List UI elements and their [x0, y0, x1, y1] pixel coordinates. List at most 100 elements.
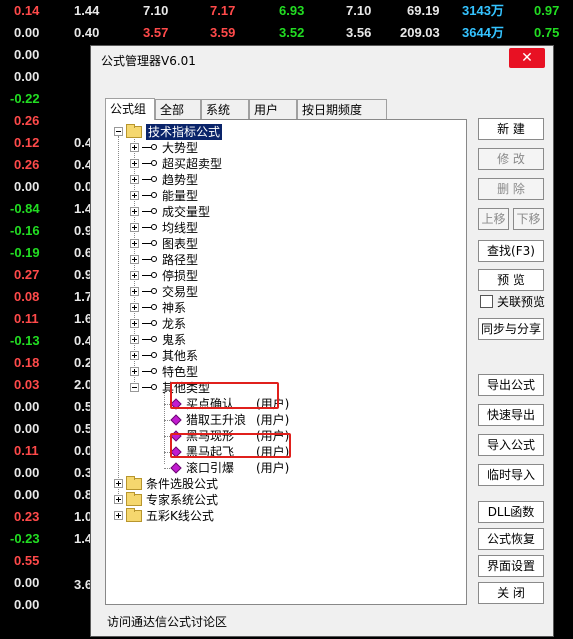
tab-date-frequency[interactable]: 按日期频度: [297, 99, 387, 119]
dialog-title: 公式管理器V6.01: [101, 54, 196, 68]
formula-key-icon: [142, 224, 158, 232]
highlight-box: [170, 433, 291, 458]
tree-node-label: 龙系: [162, 317, 187, 331]
expand-icon[interactable]: [130, 335, 139, 344]
collapse-icon[interactable]: [130, 383, 139, 392]
tree-node-label: 停损型: [162, 269, 199, 283]
expand-icon[interactable]: [130, 239, 139, 248]
formula-tree[interactable]: 技术指标公式 大势型 超买超卖型 趋势型 能量型 成交量型 均线型 图表型 路径型 停损型 交易型…: [105, 119, 467, 605]
cell: 1.7: [74, 289, 90, 304]
move-down-button[interactable]: 下移: [513, 208, 544, 230]
close-button[interactable]: 关 闭: [478, 582, 544, 604]
expand-icon[interactable]: [114, 495, 123, 504]
expand-icon[interactable]: [130, 287, 139, 296]
tab-user[interactable]: 用户: [249, 99, 297, 119]
user-formula-icon: [170, 414, 182, 426]
tree-node-label: 条件选股公式: [146, 477, 219, 491]
preview-button[interactable]: 预 览: [478, 269, 544, 291]
change-cell: 0.00: [14, 69, 40, 84]
tab-system[interactable]: 系统: [201, 99, 249, 119]
ui-settings-button[interactable]: 界面设置: [478, 555, 544, 577]
change-cell: 0.00: [14, 25, 40, 40]
change-cell: 0.55: [14, 553, 40, 568]
tree-node-label: 其他系: [162, 349, 199, 363]
expand-icon[interactable]: [130, 271, 139, 280]
table-row: 1.4: [74, 198, 90, 220]
link-preview-checkbox[interactable]: 关联预览: [480, 295, 545, 309]
temp-import-button[interactable]: 临时导入: [478, 464, 544, 486]
change-cell: 0.00: [14, 421, 40, 436]
cell: 6.93: [279, 3, 305, 18]
dll-function-button[interactable]: DLL函数: [478, 501, 544, 523]
formula-restore-button[interactable]: 公式恢复: [478, 528, 544, 550]
quick-export-button[interactable]: 快速导出: [478, 404, 544, 426]
folder-open-icon: [126, 124, 142, 138]
change-cell: 0.00: [14, 465, 40, 480]
table-row: 0.14 1.44 7.10 7.17 6.93 7.10 69.19 3143…: [0, 0, 573, 22]
cell: 1.4: [74, 531, 90, 546]
find-button[interactable]: 查找(F3): [478, 240, 544, 262]
change-cell: 0.08: [14, 289, 40, 304]
cell: 0.3: [74, 465, 90, 480]
formula-key-icon: [142, 368, 158, 376]
expand-icon[interactable]: [114, 479, 123, 488]
change-cell: -0.13: [10, 333, 40, 348]
tree-node-label: 猎取王升浪: [186, 413, 247, 427]
cell: 209.03: [400, 25, 440, 40]
tree-node-technical-indicators[interactable]: 技术指标公式: [106, 124, 466, 140]
expand-icon[interactable]: [130, 303, 139, 312]
expand-icon[interactable]: [130, 319, 139, 328]
expand-icon[interactable]: [130, 255, 139, 264]
table-row: 0.4: [74, 154, 90, 176]
tab-formula-group[interactable]: 公式组: [105, 98, 155, 120]
expand-icon[interactable]: [114, 511, 123, 520]
tree-node-tag: (用户): [256, 461, 290, 475]
tree-node-label: 大势型: [162, 141, 199, 155]
tree-node-label: 交易型: [162, 285, 199, 299]
cell: 0.5: [74, 421, 90, 436]
close-icon[interactable]: ✕: [509, 48, 545, 68]
expand-icon[interactable]: [130, 207, 139, 216]
expand-icon[interactable]: [130, 367, 139, 376]
export-formula-button[interactable]: 导出公式: [478, 374, 544, 396]
cell: 3143万: [462, 3, 504, 18]
expand-icon[interactable]: [130, 223, 139, 232]
formula-key-icon: [142, 176, 158, 184]
sync-share-button[interactable]: 同步与分享: [478, 318, 544, 340]
cell: 0.9: [74, 267, 90, 282]
new-button[interactable]: 新 建: [478, 118, 544, 140]
table-row: 0.3: [74, 462, 90, 484]
expand-icon[interactable]: [130, 159, 139, 168]
cell: 7.10: [346, 3, 372, 18]
formula-key-icon: [142, 320, 158, 328]
change-cell: 0.00: [14, 487, 40, 502]
checkbox-icon[interactable]: [480, 295, 493, 308]
table-row: 0.5: [74, 396, 90, 418]
title-bar[interactable]: 公式管理器V6.01 ✕: [91, 46, 553, 74]
cell: 1.0: [74, 509, 90, 524]
cell: 3.52: [279, 25, 305, 40]
forum-link[interactable]: 访问通达信公式讨论区: [107, 613, 227, 630]
import-formula-button[interactable]: 导入公式: [478, 434, 544, 456]
change-cell: -0.23: [10, 531, 40, 546]
collapse-icon[interactable]: [114, 127, 123, 136]
tab-all[interactable]: 全部: [155, 99, 201, 119]
modify-button[interactable]: 修 改: [478, 148, 544, 170]
change-cell: 0.00: [14, 179, 40, 194]
cell: 0.0: [74, 179, 90, 194]
table-row: 0.8: [74, 484, 90, 506]
checkbox-label: 关联预览: [497, 295, 546, 309]
table-row: 1.0: [74, 506, 90, 528]
delete-button[interactable]: 删 除: [478, 178, 544, 200]
cell: 0.40: [74, 25, 100, 40]
expand-icon[interactable]: [130, 175, 139, 184]
expand-icon[interactable]: [130, 351, 139, 360]
change-cell: 0.00: [14, 597, 40, 612]
change-cell: 0.03: [14, 377, 40, 392]
expand-icon[interactable]: [130, 191, 139, 200]
move-up-button[interactable]: 上移: [478, 208, 509, 230]
change-cell: -0.84: [10, 201, 40, 216]
formula-key-icon: [142, 288, 158, 296]
change-cell: 0.14: [14, 3, 40, 18]
expand-icon[interactable]: [130, 143, 139, 152]
